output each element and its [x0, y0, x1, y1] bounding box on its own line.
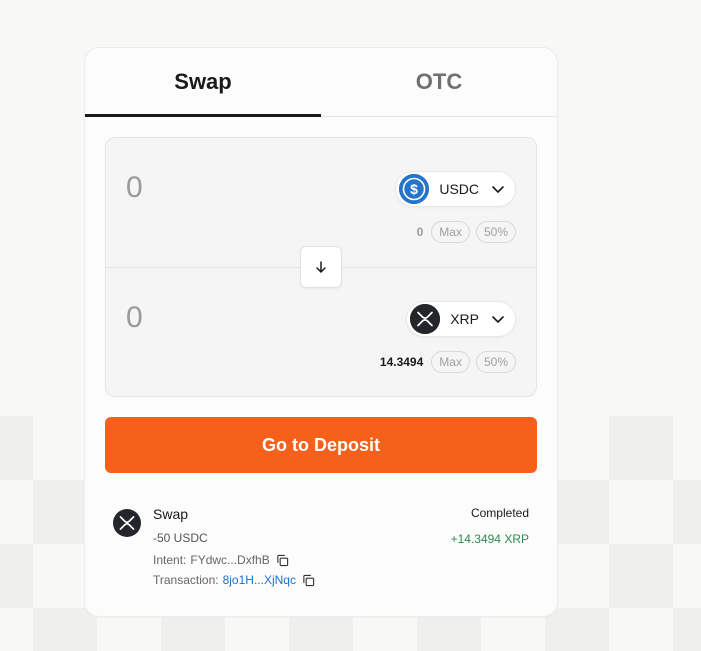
swap-card: Swap OTC $ USDC 0 Max 50%	[85, 48, 557, 616]
transaction-status: Completed	[470, 506, 529, 520]
from-half-button[interactable]: 50%	[475, 221, 516, 243]
transaction-label: Transaction:	[153, 573, 219, 587]
active-tab-indicator	[85, 114, 321, 117]
tab-bar: Swap OTC	[85, 48, 557, 117]
copy-icon[interactable]	[276, 554, 289, 567]
transaction-link[interactable]: 8jo1H...XjNqc	[223, 573, 296, 587]
from-max-button[interactable]: Max	[431, 221, 470, 243]
transaction-received-amount: +14.3494 XRP	[450, 532, 529, 546]
tab-swap[interactable]: Swap	[85, 48, 321, 116]
tab-otc[interactable]: OTC	[321, 48, 557, 116]
transaction-hash: Transaction: 8jo1H...XjNqc	[153, 573, 315, 587]
from-balance: 0	[416, 225, 424, 239]
intent-value: FYdwc...DxfhB	[190, 553, 270, 567]
transaction-sent-amount: -50 USDC	[153, 531, 208, 545]
to-balance-row: 14.3494 Max 50%	[380, 351, 516, 373]
to-amount-input[interactable]	[126, 301, 276, 335]
to-max-button[interactable]: Max	[431, 351, 470, 373]
transaction-intent: Intent: FYdwc...DxfhB	[153, 553, 289, 567]
to-half-button[interactable]: 50%	[475, 351, 516, 373]
from-balance-row: 0 Max 50%	[417, 221, 516, 243]
copy-icon[interactable]	[302, 574, 315, 587]
xrp-icon	[113, 509, 141, 537]
flip-direction-button[interactable]	[300, 246, 342, 288]
transaction-title: Swap	[153, 506, 189, 522]
from-token-select[interactable]: $ USDC	[395, 171, 516, 207]
xrp-icon	[410, 304, 441, 334]
to-balance: 14.3494	[379, 355, 424, 369]
swap-form: $ USDC 0 Max 50%	[105, 137, 537, 397]
go-to-deposit-button[interactable]: Go to Deposit	[105, 417, 537, 473]
chevron-down-icon	[492, 316, 504, 323]
chevron-down-icon	[492, 186, 504, 193]
to-token-name: XRP	[450, 311, 479, 327]
intent-label: Intent:	[153, 553, 187, 567]
arrow-down-icon	[316, 261, 326, 273]
transaction-item: Swap -50 USDC Intent: FYdwc...DxfhB Tran…	[113, 506, 529, 596]
from-amount-input[interactable]	[126, 171, 276, 205]
usdc-icon: $	[399, 174, 430, 204]
svg-text:$: $	[410, 181, 418, 197]
to-token-select[interactable]: XRP	[406, 301, 516, 337]
from-token-name: USDC	[439, 181, 479, 197]
